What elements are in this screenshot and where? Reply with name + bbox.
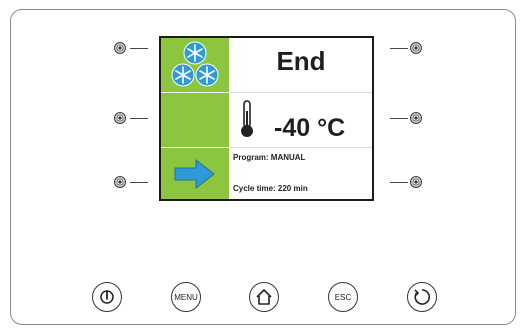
right-knob-3-line bbox=[390, 182, 408, 183]
snowflakes-icon[interactable] bbox=[167, 40, 223, 90]
right-knob-1-line bbox=[390, 48, 408, 49]
power-button[interactable] bbox=[92, 282, 122, 312]
menu-button-label: MENU bbox=[174, 292, 198, 302]
left-divider-2 bbox=[161, 147, 229, 148]
esc-button-label: ESC bbox=[334, 292, 352, 302]
left-knob-2-line bbox=[130, 118, 148, 119]
left-knob-3[interactable] bbox=[114, 176, 126, 188]
thermometer-icon bbox=[239, 99, 255, 139]
status-text: End bbox=[276, 46, 326, 76]
right-divider-2 bbox=[230, 147, 372, 148]
temperature-value: -40 °C bbox=[274, 114, 346, 142]
right-knob-1[interactable] bbox=[410, 42, 422, 54]
right-knob-3[interactable] bbox=[410, 176, 422, 188]
refresh-button[interactable] bbox=[407, 282, 437, 312]
refresh-icon bbox=[414, 289, 430, 305]
home-button[interactable] bbox=[249, 282, 279, 312]
display-info-column: End -40 °C Program: MANUAL Cycle time: 2… bbox=[230, 38, 372, 199]
left-knob-3-line bbox=[130, 182, 148, 183]
cycle-time-label: Cycle time: 220 min bbox=[233, 184, 308, 193]
display-screen: End -40 °C Program: MANUAL Cycle time: 2… bbox=[159, 36, 374, 201]
display-icon-column bbox=[161, 38, 229, 199]
program-label: Program: MANUAL bbox=[233, 153, 306, 162]
left-knob-1[interactable] bbox=[114, 42, 126, 54]
power-icon bbox=[100, 290, 114, 304]
left-knob-1-line bbox=[130, 48, 148, 49]
home-icon bbox=[256, 289, 272, 305]
menu-button[interactable]: MENU bbox=[171, 282, 201, 312]
arrow-right-icon[interactable] bbox=[174, 158, 216, 190]
right-knob-2[interactable] bbox=[410, 112, 422, 124]
esc-button[interactable]: ESC bbox=[328, 282, 358, 312]
right-knob-2-line bbox=[390, 118, 408, 119]
left-divider-1 bbox=[161, 92, 229, 93]
right-divider-1 bbox=[230, 92, 372, 93]
left-knob-2[interactable] bbox=[114, 112, 126, 124]
